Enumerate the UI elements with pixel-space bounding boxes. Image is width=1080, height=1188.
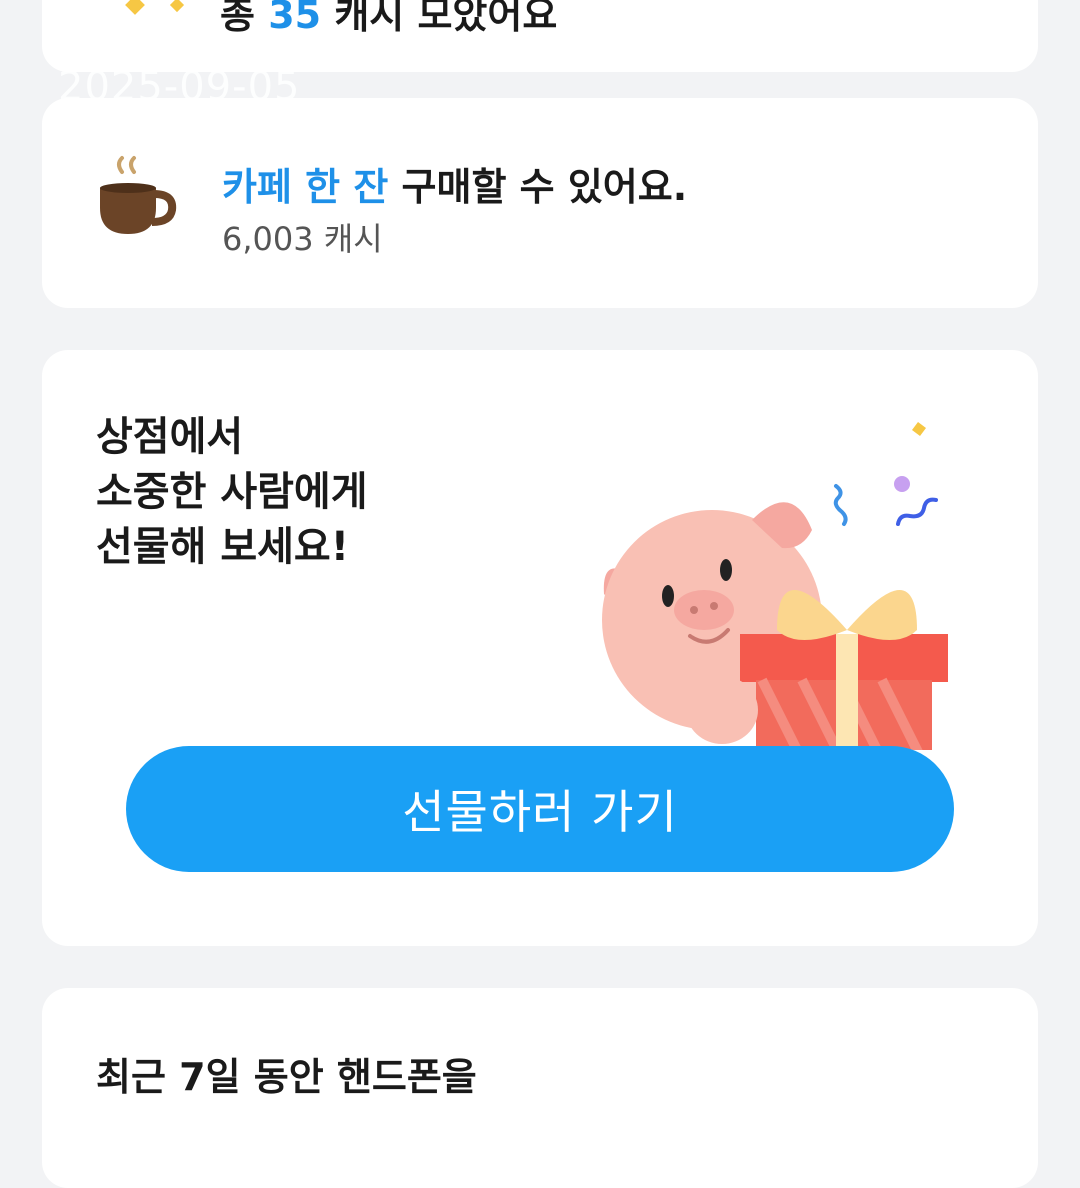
gift-heading-line: 소중한 사람에게 bbox=[96, 469, 368, 515]
cafe-title: 카페 한 잔 구매할 수 있어요. bbox=[222, 165, 688, 209]
gift-heading: 상점에서 소중한 사람에게 선물해 보세요! bbox=[96, 410, 368, 575]
gift-heading-line: 선물해 보세요! bbox=[96, 524, 349, 570]
cash-total-text: 총 35 캐시 모았어요 bbox=[220, 0, 558, 37]
sparkle-icon bbox=[125, 0, 145, 15]
cash-balance: 6,003 캐시 bbox=[222, 220, 383, 258]
cafe-card: 카페 한 잔 구매할 수 있어요. 6,003 캐시 bbox=[42, 98, 1038, 308]
gift-heading-line: 상점에서 bbox=[96, 414, 244, 460]
go-gift-button[interactable]: 선물하러 가기 bbox=[126, 746, 954, 872]
coffee-cup-icon bbox=[92, 154, 182, 244]
pig-with-gift-illustration bbox=[552, 410, 952, 763]
usage-card: 최근 7일 동안 핸드폰을 bbox=[42, 988, 1038, 1188]
cash-summary-card: 총 35 캐시 모았어요 bbox=[42, 0, 1038, 72]
gift-card: 상점에서 소중한 사람에게 선물해 보세요! 선물하러 가기 bbox=[42, 350, 1038, 946]
sparkle-icon bbox=[169, 0, 185, 13]
usage-text: 최근 7일 동안 핸드폰을 bbox=[96, 1055, 477, 1099]
